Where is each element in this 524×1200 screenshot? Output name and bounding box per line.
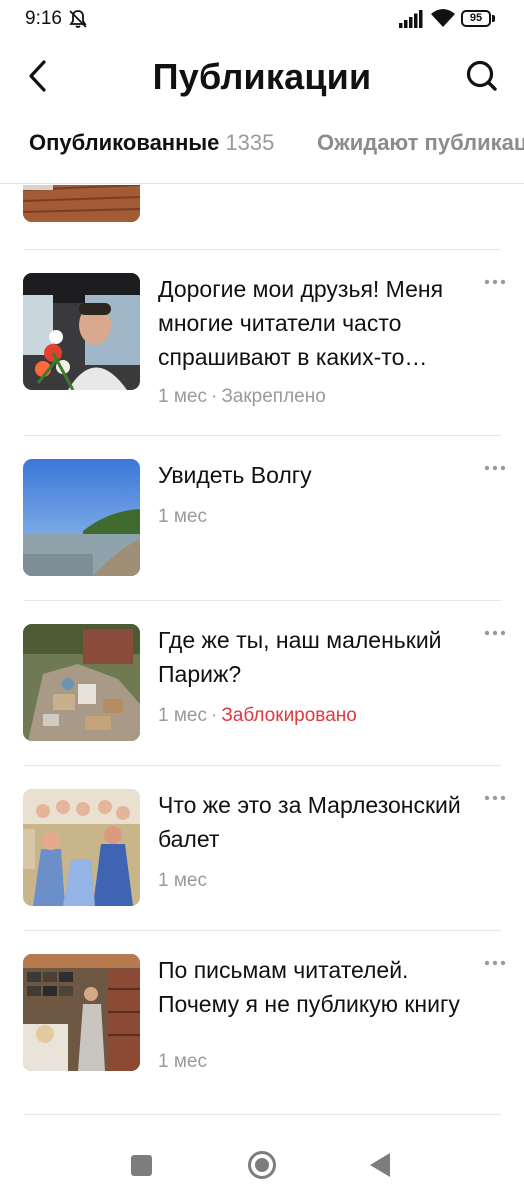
item-age: 1 мес <box>158 870 207 891</box>
wifi-icon <box>431 9 455 27</box>
item-age: 1 мес <box>158 705 207 726</box>
battery-tip <box>492 15 495 22</box>
item-title: По письмам читателей. Почему я не публик… <box>158 957 460 1017</box>
previous-item-thumbnail[interactable] <box>23 185 140 222</box>
item-age: 1 мес <box>158 1051 207 1072</box>
tab-bar: Опубликованные 1335 Ожидают публикац <box>0 118 524 184</box>
battery-icon: 95 <box>461 10 495 27</box>
header: Публикации <box>0 44 524 108</box>
page-title: Публикации <box>152 56 372 97</box>
item-title: Что же это за Марлезонский балет <box>158 792 461 852</box>
battery-level: 95 <box>461 10 491 27</box>
screen: 9:16 95 Публикации Опубликованные 1335 О… <box>0 0 524 1200</box>
bookshop-image <box>23 954 140 1071</box>
item-pinned-flag: Закреплено <box>221 386 326 407</box>
item-age: 1 мес <box>158 506 207 527</box>
meta-separator: · <box>210 386 218 407</box>
tab-published[interactable]: Опубликованные 1335 <box>29 130 274 156</box>
room-floor-image <box>23 185 140 222</box>
more-options-icon[interactable] <box>480 953 510 973</box>
item-thumbnail <box>23 954 140 1071</box>
item-title: Дорогие мои друзья! Меня многие читатели… <box>158 276 444 370</box>
list-item[interactable]: Увидеть Волгу 1 мес <box>0 436 524 600</box>
item-thumbnail <box>23 789 140 906</box>
status-bar: 9:16 95 <box>0 0 524 40</box>
tab-published-label: Опубликованные <box>29 130 220 155</box>
more-options-icon[interactable] <box>480 458 510 478</box>
list-item[interactable]: Дорогие мои друзья! Меня многие читатели… <box>0 250 524 436</box>
list-item[interactable]: Что же это за Марлезонский балет 1 мес <box>0 766 524 930</box>
item-title: Где же ты, наш маленький Париж? <box>158 627 442 687</box>
person-in-car-image <box>23 273 140 390</box>
item-meta: 1 мес · Заблокировано <box>158 705 357 727</box>
system-nav-bar <box>0 1128 524 1200</box>
item-thumbnail <box>23 624 140 741</box>
item-blocked-flag: Заблокировано <box>221 705 357 726</box>
bell-off-icon <box>69 10 87 28</box>
item-meta: 1 мес · Закреплено <box>158 386 326 408</box>
recents-square-icon[interactable] <box>131 1155 152 1176</box>
signal-icon <box>399 10 423 28</box>
more-options-icon[interactable] <box>480 623 510 643</box>
more-options-icon[interactable] <box>480 272 510 292</box>
home-circle-icon[interactable] <box>247 1150 277 1180</box>
status-time: 9:16 <box>25 8 62 29</box>
garbage-pile-image <box>23 624 140 741</box>
search-button[interactable] <box>462 56 502 96</box>
tab-pending[interactable]: Ожидают публикац <box>317 130 524 156</box>
item-meta: 1 мес <box>158 506 207 528</box>
back-triangle-icon[interactable] <box>369 1152 391 1178</box>
list-item[interactable]: По письмам читателей. Почему я не публик… <box>0 931 524 1115</box>
meta-separator: · <box>210 705 218 726</box>
costumed-group-image <box>23 789 140 906</box>
river-image <box>23 459 140 576</box>
item-meta: 1 мес <box>158 870 207 892</box>
tab-published-count: 1335 <box>225 130 275 155</box>
item-title: Увидеть Волгу <box>158 462 312 488</box>
search-icon <box>466 60 497 91</box>
list-item[interactable]: Где же ты, наш маленький Париж? 1 мес · За… <box>0 601 524 765</box>
list-divider <box>24 1114 501 1115</box>
item-age: 1 мес <box>158 386 207 407</box>
publication-list[interactable]: Дорогие мои друзья! Меня многие читатели… <box>0 185 524 1115</box>
item-meta: 1 мес <box>158 1051 207 1073</box>
item-thumbnail <box>23 459 140 576</box>
more-options-icon[interactable] <box>480 788 510 808</box>
item-thumbnail <box>23 273 140 390</box>
